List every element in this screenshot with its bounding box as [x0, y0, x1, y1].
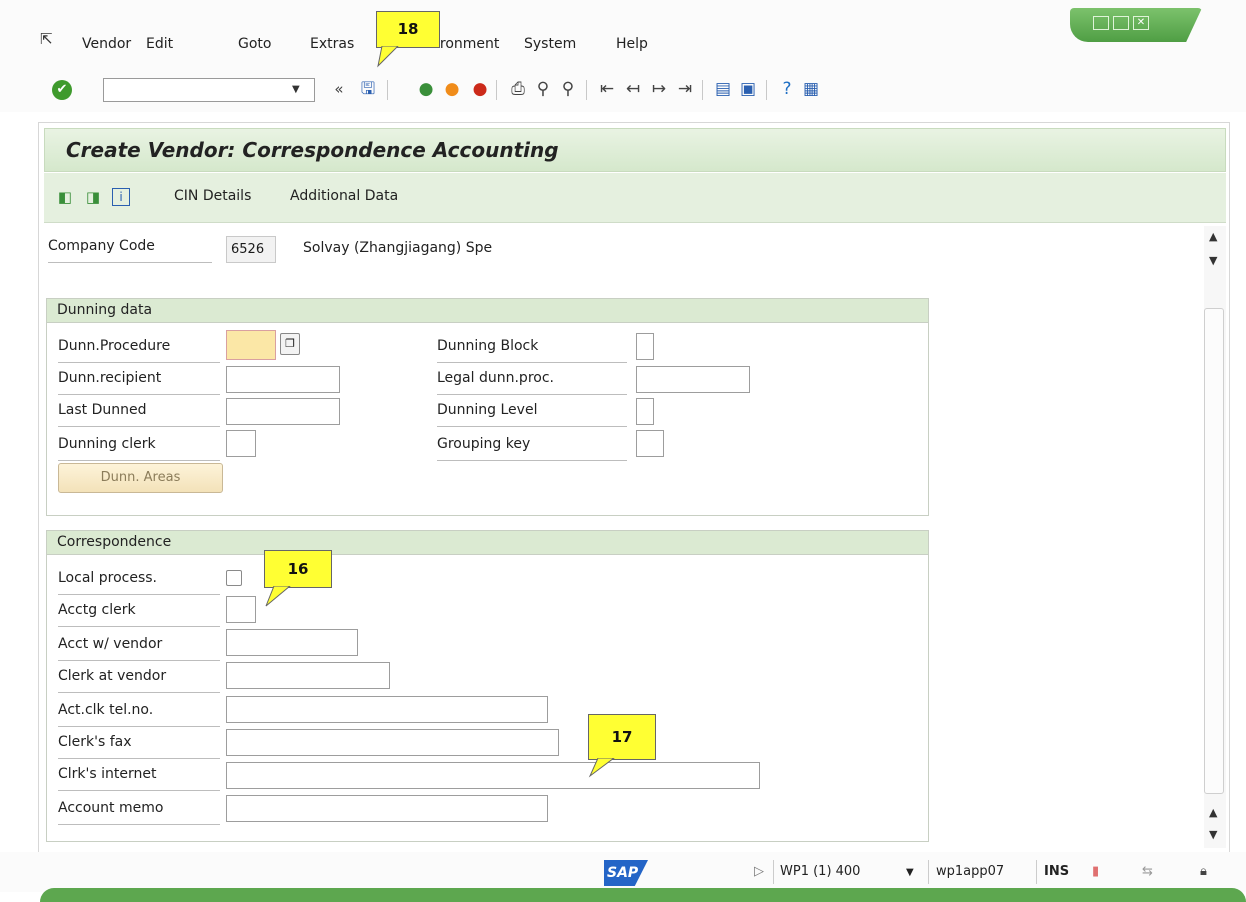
- save-icon[interactable]: 🖫: [357, 78, 379, 100]
- acct-w-vendor-label: Acct w/ vendor: [58, 636, 220, 661]
- last-dunned-label: Last Dunned: [58, 402, 220, 427]
- menu-exit-icon[interactable]: ⇱: [40, 32, 56, 47]
- dunn-recipient-label: Dunn.recipient: [58, 370, 220, 395]
- server-name: wp1app07: [936, 864, 1005, 879]
- dunn-procedure-label: Dunn.Procedure: [58, 338, 220, 363]
- dunn-procedure-field[interactable]: [226, 330, 276, 360]
- clrks-internet-field[interactable]: [226, 762, 760, 789]
- company-code-label: Company Code: [48, 238, 212, 263]
- local-process-checkbox[interactable]: [226, 570, 242, 586]
- scroll-up-icon[interactable]: ▲: [1209, 806, 1217, 819]
- clerk-at-vendor-field[interactable]: [226, 662, 390, 689]
- next-page-icon[interactable]: ↦: [648, 78, 670, 100]
- search-help-icon[interactable]: ❐: [280, 333, 300, 355]
- dunning-clerk-field[interactable]: [226, 430, 256, 457]
- print-icon[interactable]: ⎙: [507, 78, 529, 100]
- scroll-up-icon[interactable]: ▲: [1209, 230, 1217, 243]
- grouping-key-field[interactable]: [636, 430, 664, 457]
- acctg-clerk-label: Acctg clerk: [58, 602, 220, 627]
- dunning-level-field[interactable]: [636, 398, 654, 425]
- callout-18-tail: [377, 46, 399, 68]
- dunning-block-label: Dunning Block: [437, 338, 627, 363]
- callout-16: 16: [264, 550, 332, 588]
- ok-icon[interactable]: ✔: [52, 80, 72, 100]
- find-next-icon[interactable]: ⚲: [557, 78, 579, 100]
- chevron-down-icon[interactable]: ▼: [906, 867, 914, 878]
- maximize-icon[interactable]: [1113, 16, 1129, 30]
- command-field[interactable]: [103, 78, 315, 102]
- cancel-icon[interactable]: ●: [469, 78, 491, 100]
- find-icon[interactable]: ⚲: [532, 78, 554, 100]
- back-icon[interactable]: ●: [415, 78, 437, 100]
- clerks-fax-field[interactable]: [226, 729, 559, 756]
- customize-icon[interactable]: ▦: [800, 78, 822, 100]
- dunning-level-label: Dunning Level: [437, 402, 627, 427]
- cin-details-button[interactable]: CIN Details: [174, 188, 251, 204]
- last-page-icon[interactable]: ⇥: [674, 78, 696, 100]
- dunn-areas-button[interactable]: Dunn. Areas: [58, 463, 223, 493]
- menu-help[interactable]: Help: [616, 36, 648, 52]
- tab-icon[interactable]: ⇆: [1142, 864, 1153, 879]
- dunn-recipient-field[interactable]: [226, 366, 340, 393]
- clerk-at-vendor-label: Clerk at vendor: [58, 668, 220, 693]
- local-process-label: Local process.: [58, 570, 220, 595]
- next-screen-icon[interactable]: ◨: [84, 188, 102, 206]
- minimize-icon[interactable]: [1093, 16, 1109, 30]
- additional-data-button[interactable]: Additional Data: [290, 188, 398, 204]
- clrks-internet-label: Clrk's internet: [58, 766, 220, 791]
- dunning-data-title: Dunning data: [47, 299, 928, 323]
- callout-16-tail: [265, 586, 291, 607]
- help-icon[interactable]: ?: [776, 78, 798, 100]
- dunning-block-field[interactable]: [636, 333, 654, 360]
- lock-icon[interactable]: 🔒︎: [1200, 864, 1207, 879]
- scroll-down-icon[interactable]: ▼: [1209, 828, 1217, 841]
- legal-dunn-proc-label: Legal dunn.proc.: [437, 370, 627, 395]
- menu-system[interactable]: System: [524, 36, 576, 52]
- dunning-clerk-label: Dunning clerk: [58, 436, 220, 461]
- grouping-key-label: Grouping key: [437, 436, 627, 461]
- scroll-down-icon[interactable]: ▼: [1209, 254, 1217, 267]
- shortcut-icon[interactable]: ▣: [737, 78, 759, 100]
- last-dunned-field[interactable]: [226, 398, 340, 425]
- menu-goto[interactable]: Goto: [238, 36, 271, 52]
- menu-extras[interactable]: Extras: [310, 36, 354, 52]
- input-mode[interactable]: INS: [1044, 864, 1069, 879]
- play-icon[interactable]: ▷: [754, 864, 764, 879]
- act-clk-tel-label: Act.clk tel.no.: [58, 702, 220, 727]
- exit-icon[interactable]: ●: [441, 78, 463, 100]
- company-code-field: 6526: [226, 236, 276, 263]
- previous-page-icon[interactable]: ↤: [622, 78, 644, 100]
- previous-screen-icon[interactable]: ◧: [56, 188, 74, 206]
- correspondence-title: Correspondence: [47, 531, 928, 555]
- callout-17-tail: [588, 758, 615, 778]
- progress-icon: ▮: [1092, 864, 1100, 879]
- legal-dunn-proc-field[interactable]: [636, 366, 750, 393]
- callout-17: 17: [588, 714, 656, 760]
- bottom-bar: [40, 888, 1246, 902]
- account-memo-label: Account memo: [58, 800, 220, 825]
- chevron-down-icon[interactable]: ▼: [292, 84, 300, 95]
- act-clk-tel-field[interactable]: [226, 696, 548, 723]
- page-title: Create Vendor: Correspondence Accounting: [66, 138, 559, 162]
- account-memo-field[interactable]: [226, 795, 548, 822]
- menu-edit[interactable]: Edit: [146, 36, 173, 52]
- company-name-text: Solvay (Zhangjiagang) Spe: [303, 240, 493, 256]
- create-session-icon[interactable]: ▤: [712, 78, 734, 100]
- menu-vendor[interactable]: Vendor: [82, 36, 131, 52]
- clerks-fax-label: Clerk's fax: [58, 734, 220, 759]
- acct-w-vendor-field[interactable]: [226, 629, 358, 656]
- close-icon[interactable]: ✕: [1133, 16, 1149, 30]
- first-page-icon[interactable]: ⇤: [596, 78, 618, 100]
- scrollbar-thumb[interactable]: [1204, 308, 1224, 794]
- back-arrows-icon[interactable]: «: [328, 78, 350, 100]
- info-icon[interactable]: i: [112, 188, 130, 206]
- acctg-clerk-field[interactable]: [226, 596, 256, 623]
- system-info[interactable]: WP1 (1) 400: [780, 864, 860, 879]
- callout-18: 18: [376, 11, 440, 48]
